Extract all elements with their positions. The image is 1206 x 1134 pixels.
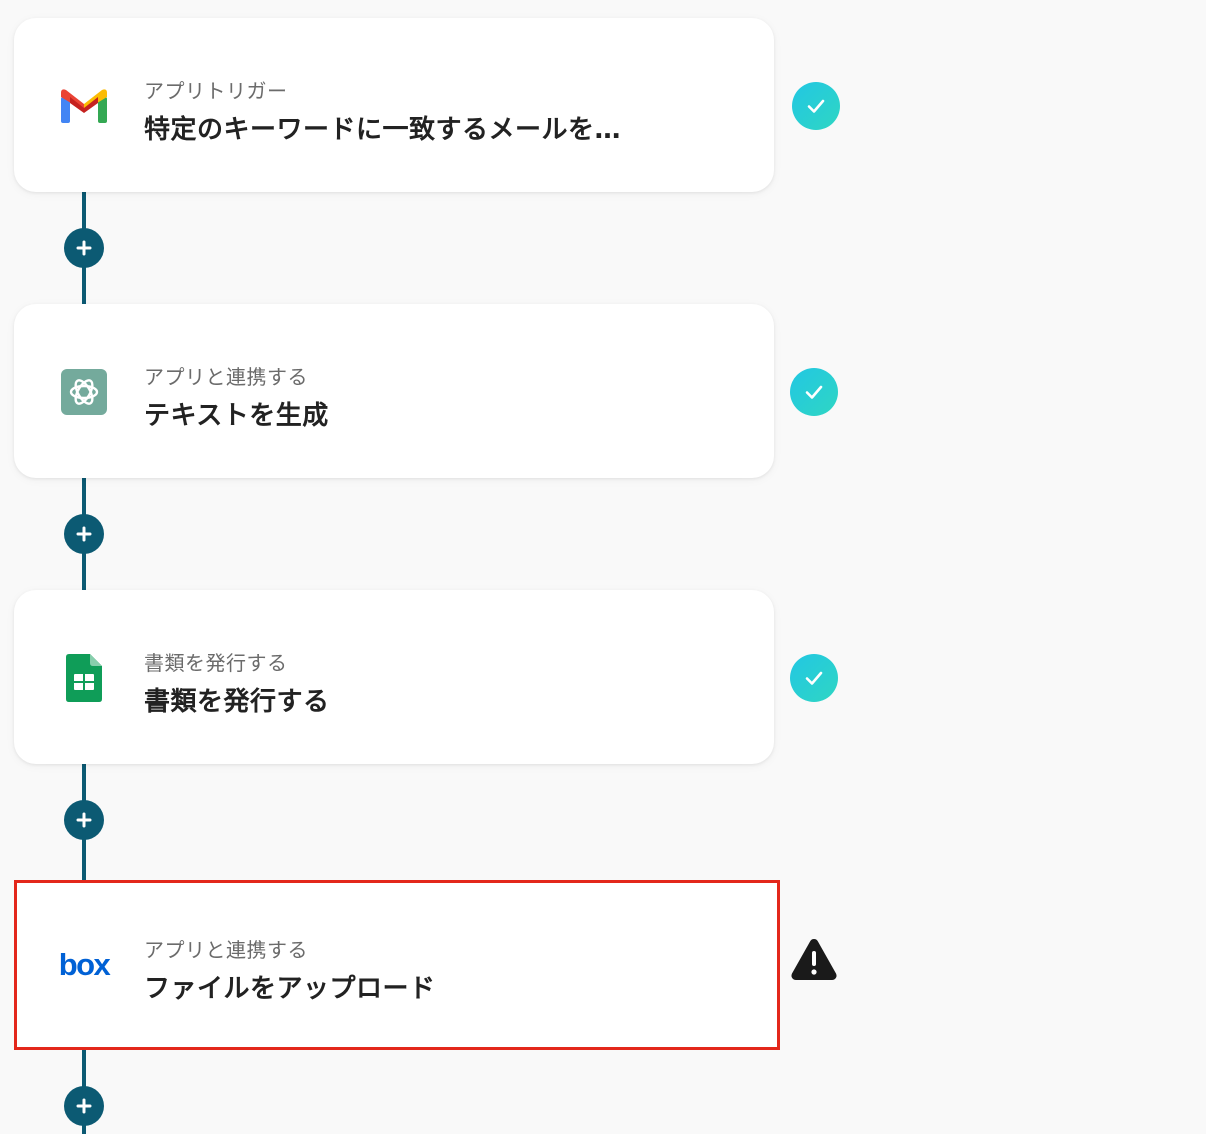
warning-icon xyxy=(790,936,838,984)
step-title: テキストを生成 xyxy=(144,401,329,431)
step-complete-check-icon xyxy=(790,654,838,702)
step-title: ファイルをアップロード xyxy=(144,974,436,1004)
add-step-button[interactable] xyxy=(64,800,104,840)
step-complete-check-icon xyxy=(790,368,838,416)
plus-icon xyxy=(76,526,92,542)
chatgpt-icon xyxy=(58,366,110,418)
add-step-button[interactable] xyxy=(64,514,104,554)
box-icon: box xyxy=(58,939,111,991)
step-card-issue-document[interactable]: 書類を発行する 書類を発行する xyxy=(14,590,774,764)
step-title: 特定のキーワードに一致するメールを… xyxy=(144,115,622,145)
add-step-button[interactable] xyxy=(64,228,104,268)
gmail-icon xyxy=(58,80,110,132)
plus-icon xyxy=(76,1098,92,1114)
plus-icon xyxy=(76,240,92,256)
add-step-button[interactable] xyxy=(64,1086,104,1126)
step-title: 書類を発行する xyxy=(144,687,330,717)
step-complete-check-icon xyxy=(792,82,840,130)
google-sheets-icon xyxy=(58,652,110,704)
step-card-box-upload[interactable]: box アプリと連携する ファイルをアップロード xyxy=(14,880,780,1050)
plus-icon xyxy=(76,812,92,828)
step-kind-label: アプリトリガー xyxy=(144,79,288,103)
step-kind-label: 書類を発行する xyxy=(144,651,288,675)
step-kind-label: アプリと連携する xyxy=(144,938,308,962)
step-kind-label: アプリと連携する xyxy=(144,365,308,389)
box-logo-text: box xyxy=(58,947,111,982)
step-card-gmail-trigger[interactable]: アプリトリガー 特定のキーワードに一致するメールを… xyxy=(14,18,774,192)
step-card-generate-text[interactable]: アプリと連携する テキストを生成 xyxy=(14,304,774,478)
